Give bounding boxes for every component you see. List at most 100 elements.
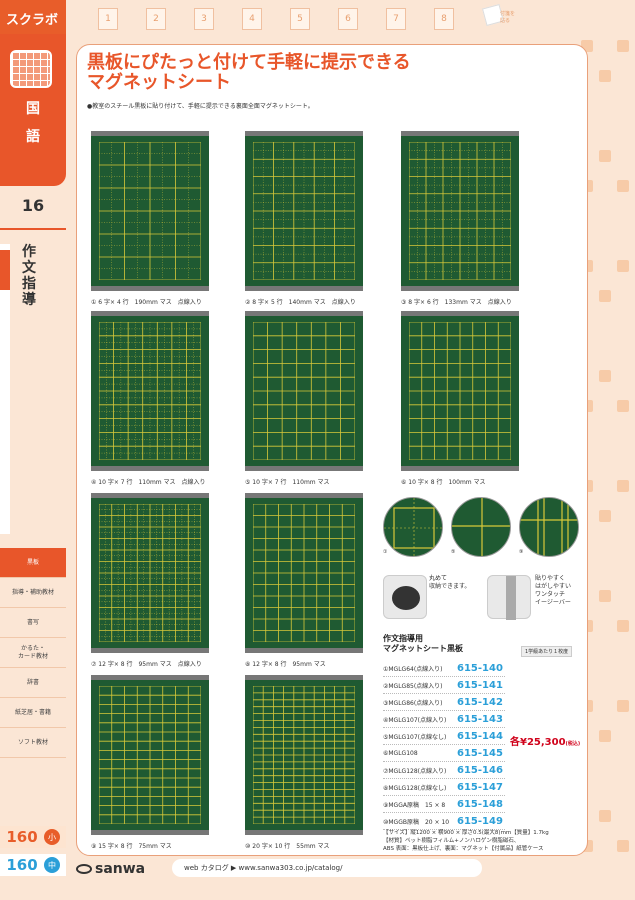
- background-tile: [599, 510, 611, 522]
- background-tile: [617, 700, 629, 712]
- product-code: 615-145: [457, 747, 503, 759]
- side-menu-item-books[interactable]: 紙芝居・書籍: [0, 698, 66, 728]
- product-model: ②MGLG85(点線入り): [383, 682, 443, 690]
- product-model: ⑧MGLG128(点線なし): [383, 784, 447, 792]
- zoom-grid-2: [452, 498, 510, 556]
- tab-1[interactable]: 1: [98, 8, 118, 30]
- board-caption-9: ⑨ 15 字× 8 行 75mm マス: [91, 843, 172, 850]
- background-tile: [599, 70, 611, 82]
- price-value: 各¥25,300: [510, 737, 566, 748]
- magnet-board-6: [401, 311, 519, 471]
- sanwa-logo: sanwa: [76, 861, 145, 877]
- spec-line-2: 【材質】ペット樹脂フィルム+ノンハロゲン樹脂磁石、: [383, 838, 520, 844]
- product-code: 615-142: [457, 696, 503, 708]
- product-title: 作文指導用 マグネットシート黒板: [383, 634, 463, 654]
- side-menu-item-teaching-aids[interactable]: 指導・補助教材: [0, 578, 66, 608]
- side-menu: 黒板 指導・補助教材 書写 かるた・ カード教材 辞書 紙芝居・書籍 ソフト教材: [0, 548, 66, 758]
- board-grid: [99, 686, 201, 824]
- side-menu-item-blackboard[interactable]: 黒板: [0, 548, 66, 578]
- tab-5[interactable]: 5: [290, 8, 310, 30]
- magnet-board-8: [245, 493, 363, 653]
- magnet-board-5: [245, 311, 363, 471]
- product-title-line-1: 作文指導用: [383, 634, 423, 643]
- footer-page-elementary: 160 小: [0, 826, 66, 848]
- tab-3[interactable]: 3: [194, 8, 214, 30]
- tab-6[interactable]: 6: [338, 8, 358, 30]
- table-row: ⑩MGGB原稿 20 × 10 615-149: [383, 813, 505, 830]
- sidebar: スクラボ 国 語 16 作文指導 黒板 指導・補助教材 書写 かるた・ カード教…: [0, 0, 66, 900]
- tab-8[interactable]: 8: [434, 8, 454, 30]
- board-grid: [409, 322, 511, 460]
- footer-page-number: 160: [6, 828, 38, 846]
- board-grid: [253, 142, 355, 280]
- tab-4[interactable]: 4: [242, 8, 262, 30]
- rolled-sheet-photo: [383, 575, 427, 619]
- product-code: 615-147: [457, 781, 503, 793]
- index-tabs: 1 2 3 4 5 6 7 8: [98, 8, 482, 30]
- product-card: 黒板にぴたっと付けて手軽に提示できる マグネットシート ●教室のスチール黒板に貼…: [76, 44, 588, 856]
- side-menu-item-dictionary[interactable]: 辞書: [0, 668, 66, 698]
- table-row: ②MGLG85(点線入り) 615-141: [383, 677, 505, 694]
- table-row: ④MGLG107(点線入り) 615-143: [383, 711, 505, 728]
- magnet-board-3: [401, 131, 519, 291]
- board-grid: [99, 504, 201, 642]
- magnet-board-7: [91, 493, 209, 653]
- footer-page-badge: 中: [44, 857, 60, 873]
- background-tile: [599, 150, 611, 162]
- footer-page-badge: 小: [44, 829, 60, 845]
- web-catalog-link[interactable]: web カタログ ▶ www.sanwa303.co.jp/catalog/: [172, 859, 482, 877]
- tab-2[interactable]: 2: [146, 8, 166, 30]
- magnet-board-4: [91, 311, 209, 471]
- product-code: 615-144: [457, 730, 503, 742]
- photo-note-easy-bar: 貼りやすく はがしやすい ワンタッチ イージーバー: [535, 575, 571, 606]
- tab-7[interactable]: 7: [386, 8, 406, 30]
- background-tile: [599, 590, 611, 602]
- product-code: 615-140: [457, 662, 503, 674]
- lead-text: ●教室のスチール黒板に貼り付けて、手軽に提示できる裏面全面マグネットシート。: [87, 103, 314, 110]
- specifications: 【サイズ】縦1200 × 横900 × 厚さ0.5(最大8)mm【質量】1.7k…: [383, 829, 583, 853]
- table-row: ⑤MGLG107(点線なし) 615-144: [383, 728, 505, 745]
- sanwa-logo-text: sanwa: [95, 861, 146, 877]
- table-row: ⑧MGLG128(点線なし) 615-147: [383, 779, 505, 796]
- price: 各¥25,300(税込): [510, 733, 580, 748]
- background-tile: [617, 260, 629, 272]
- product-model: ⑤MGLG107(点線なし): [383, 733, 447, 741]
- side-menu-item-software[interactable]: ソフト教材: [0, 728, 66, 758]
- side-menu-item-karuta[interactable]: かるた・ カード教材: [0, 638, 66, 668]
- headline-line-2: マグネットシート: [87, 72, 231, 93]
- basket-icon: [10, 50, 52, 88]
- background-tile: [617, 840, 629, 852]
- product-model: ④MGLG107(点線入り): [383, 716, 447, 724]
- brand-label: スクラボ: [0, 0, 66, 34]
- board-caption-2: ② 8 字× 5 行 140mm マス 点線入り: [245, 299, 356, 306]
- board-grid: [253, 504, 355, 642]
- sticky-note-label: 付箋を 貼る: [500, 11, 516, 24]
- footer-page-junior: 160 中: [0, 854, 66, 876]
- background-tile: [599, 810, 611, 822]
- table-row: ⑥MGLG108 615-145: [383, 745, 505, 762]
- side-menu-item-calligraphy[interactable]: 書写: [0, 608, 66, 638]
- headline: 黒板にぴたっと付けて手軽に提示できる マグネットシート: [87, 53, 411, 93]
- product-title-line-2: マグネットシート黒板: [383, 644, 463, 653]
- footer-page-number: 160: [6, 856, 38, 874]
- board-caption-7: ⑦ 12 字× 8 行 95mm マス 点線入り: [91, 661, 202, 668]
- product-code: 615-141: [457, 679, 503, 691]
- board-caption-1: ① 6 字× 4 行 190mm マス 点線入り: [91, 299, 202, 306]
- background-tile: [599, 730, 611, 742]
- table-row: ①MGLG64(点線入り) 615-140: [383, 660, 505, 677]
- product-model: ①MGLG64(点線入り): [383, 665, 443, 673]
- product-model: ⑩MGGB原稿 20 × 10: [383, 818, 450, 826]
- magnet-board-2: [245, 131, 363, 291]
- section-title: 作文指導: [22, 244, 36, 308]
- price-tax-note: (税込): [565, 741, 581, 747]
- background-tile: [599, 370, 611, 382]
- product-code: 615-148: [457, 798, 503, 810]
- zoom-grid-1: [384, 498, 442, 556]
- board-caption-8: ⑧ 12 字× 8 行 95mm マス: [245, 661, 326, 668]
- board-grid: [253, 322, 355, 460]
- magnet-board-9: [91, 675, 209, 835]
- background-tile: [617, 180, 629, 192]
- zoom-grid-3: [520, 498, 578, 556]
- subject-char-1: 国: [26, 101, 40, 117]
- zoom-circle-label-2: ⑤: [451, 549, 456, 555]
